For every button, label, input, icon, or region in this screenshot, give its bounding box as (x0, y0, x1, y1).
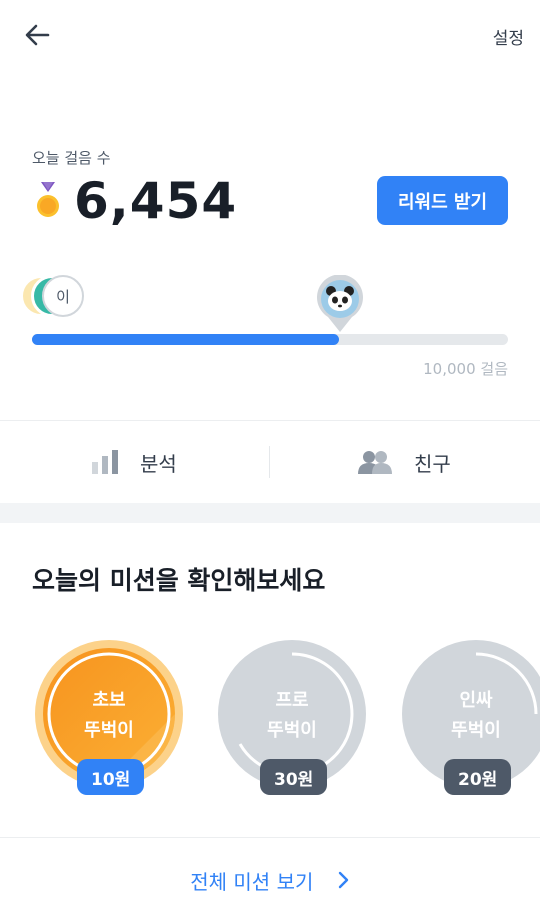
mission-card-pro[interactable]: 프로 뚜벅이 30원 (218, 640, 366, 800)
progress-section: 이 10,000 걸음 (0, 270, 540, 390)
mission-name-line1: 초보 (92, 690, 126, 711)
chevron-right-icon (338, 871, 348, 889)
friend-initial: 이 (56, 287, 70, 306)
settings-button[interactable]: 설정 (493, 24, 524, 49)
divider (0, 837, 540, 838)
tab-friends-label: 친구 (414, 451, 451, 476)
medal-icon (37, 182, 59, 217)
bar-chart-icon (92, 450, 118, 474)
mission-name: 인싸 뚜벅이 (402, 686, 540, 746)
mission-name: 초보 뚜벅이 (35, 686, 183, 746)
friend-avatar[interactable]: 이 (42, 275, 84, 317)
top-bar: 설정 (0, 0, 540, 70)
progress-track (32, 334, 508, 345)
steps-label: 오늘 걸음 수 (32, 149, 111, 167)
steps-count: 6,454 (74, 172, 238, 230)
tab-friends[interactable]: 친구 (358, 421, 451, 503)
section-gap (0, 503, 540, 523)
panda-icon[interactable] (316, 275, 364, 333)
mission-reward-badge: 10원 (77, 759, 145, 795)
mission-name-line2: 뚜벅이 (84, 720, 134, 741)
tab-analysis-label: 분석 (140, 451, 177, 476)
tab-divider (269, 446, 270, 478)
mission-reward-badge: 20원 (444, 759, 512, 795)
reward-button[interactable]: 리워드 받기 (377, 176, 508, 225)
mission-name: 프로 뚜벅이 (218, 686, 366, 746)
mission-card-beginner[interactable]: 초보 뚜벅이 10원 (35, 640, 183, 800)
mission-name-line1: 프로 (275, 690, 309, 711)
missions-title: 오늘의 미션을 확인해보세요 (32, 566, 326, 595)
see-all-missions-link[interactable]: 전체 미션 보기 (0, 866, 540, 895)
tab-analysis[interactable]: 분석 (92, 421, 177, 503)
mission-name-line2: 뚜벅이 (267, 720, 317, 741)
tab-bar: 분석 친구 (0, 421, 540, 503)
arrow-left-icon[interactable] (22, 20, 52, 50)
goal-label: 10,000 걸음 (423, 360, 508, 378)
mission-name-line2: 뚜벅이 (451, 720, 501, 741)
see-all-missions-label: 전체 미션 보기 (190, 870, 314, 894)
progress-fill (32, 334, 340, 345)
mission-card-insider[interactable]: 인싸 뚜벅이 20원 (402, 640, 540, 800)
mission-name-line1: 인싸 (459, 690, 493, 711)
people-icon (358, 451, 392, 474)
mission-reward-badge: 30원 (260, 759, 328, 795)
